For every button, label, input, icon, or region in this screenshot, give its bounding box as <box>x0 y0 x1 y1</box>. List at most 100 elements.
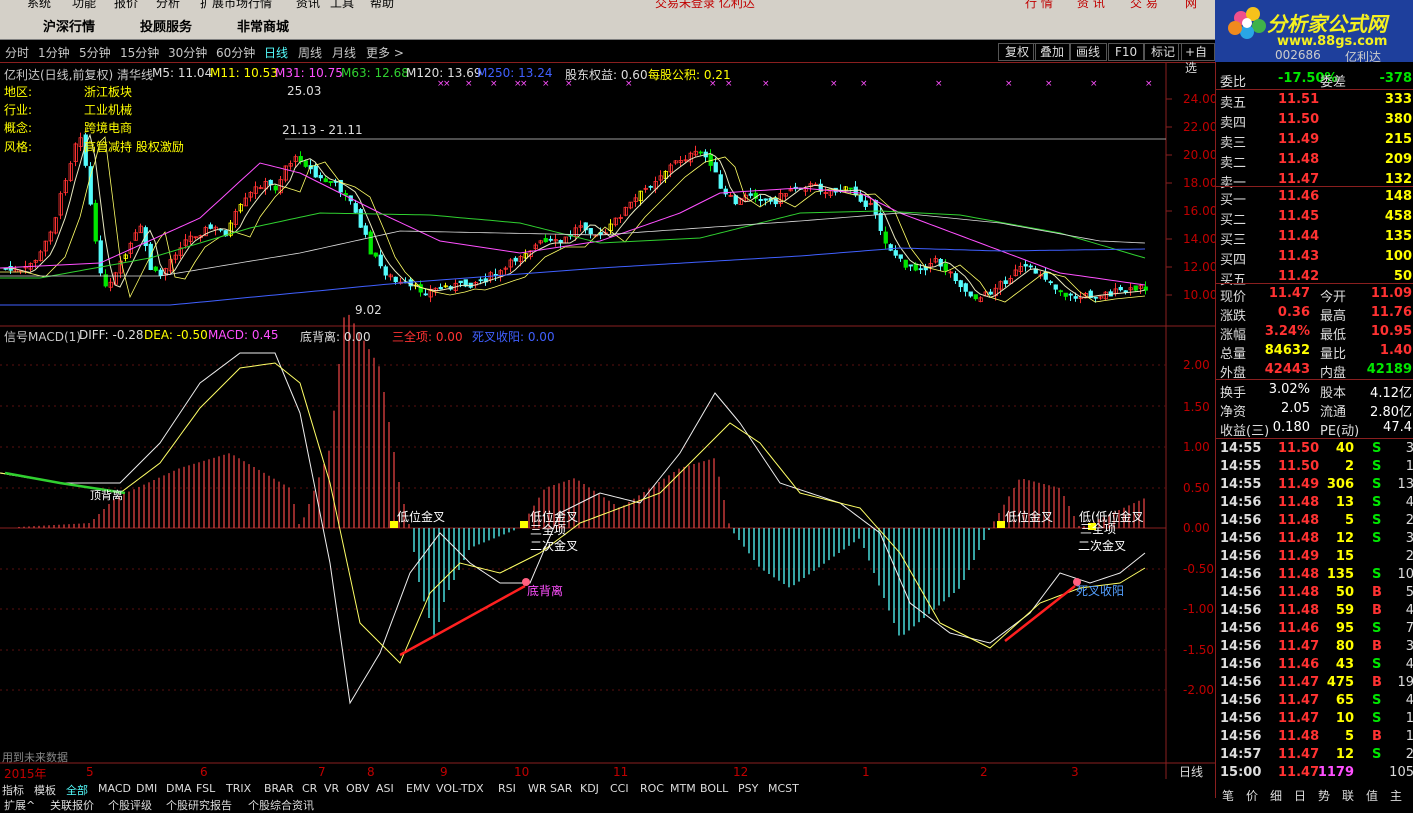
overlay-button[interactable]: 叠加 <box>1033 43 1072 61</box>
quote-tab-4[interactable]: 势 <box>1318 787 1330 804</box>
indicator-tab-15[interactable]: RSI <box>498 782 516 795</box>
bid-volume: 100 <box>1384 249 1412 264</box>
indicator-tab-11[interactable]: OBV <box>346 782 369 795</box>
indicator-tab-1[interactable]: 模板 <box>34 782 56 798</box>
month-10: 10 <box>514 765 530 779</box>
indicator-tab-5[interactable]: DMA <box>166 782 192 795</box>
period-5min[interactable]: 5分钟 <box>79 44 111 61</box>
tick-row-7: 14:56 11.48 135 S 10 <box>1216 566 1413 585</box>
tick-row-6: 14:56 11.49 15 2 <box>1216 548 1413 567</box>
quote-tab-3[interactable]: 日 <box>1294 787 1306 804</box>
period-15min[interactable]: 15分钟 <box>120 44 159 61</box>
stat-key: 涨幅 <box>1220 328 1247 343</box>
quote-tab-6[interactable]: 值 <box>1366 787 1378 804</box>
kline-chart[interactable]: ×× × × ×× × × × × × × × × × × × × × <box>0 63 1215 798</box>
period-daily[interactable]: 日线 <box>264 44 288 61</box>
quote-divider <box>1216 379 1413 380</box>
indicator-tab-8[interactable]: BRAR <box>264 782 294 795</box>
tick-volume: 50 <box>1335 585 1354 600</box>
indicator-tab-17[interactable]: SAR <box>550 782 572 795</box>
candle-body <box>1118 286 1123 291</box>
price-range-annotation: 21.13 - 21.11 <box>282 123 363 137</box>
tick-volume: 10 <box>1335 711 1354 726</box>
period-monthly[interactable]: 月线 <box>332 44 356 61</box>
indicator-tab-7[interactable]: TRIX <box>226 782 251 795</box>
indicator-tab-16[interactable]: WR <box>528 782 547 795</box>
menu-tools[interactable]: 工具 <box>330 0 354 10</box>
indicator-tab-23[interactable]: PSY <box>738 782 758 795</box>
quote-panel: 委比 -17.50% 委差 -378 卖五 11.51 333 卖四 11.50 380 卖三 11.… <box>1215 62 1413 803</box>
indicator-tab-6[interactable]: FSL <box>196 782 215 795</box>
candle-body <box>943 263 948 271</box>
bottom-tab-4[interactable]: 个股综合资讯 <box>248 797 314 813</box>
draw-button[interactable]: 画线 <box>1069 43 1108 61</box>
tab-news[interactable]: 资 讯 <box>1077 0 1105 10</box>
equity-value: 股东权益: 0.60 <box>565 68 648 82</box>
nav-mall[interactable]: 非常商城 <box>237 16 289 35</box>
tab-web[interactable]: 网 <box>1185 0 1197 10</box>
indicator-tab-20[interactable]: ROC <box>640 782 664 795</box>
indicator-tab-2[interactable]: 全部 <box>66 782 88 798</box>
indicator-tab-10[interactable]: VR <box>324 782 339 795</box>
quote-tab-0[interactable]: 笔 <box>1222 787 1234 804</box>
nav-advisory[interactable]: 投顾服务 <box>140 16 192 35</box>
mark-button[interactable]: 标记 <box>1144 43 1183 61</box>
indicator-tab-18[interactable]: KDJ <box>580 782 599 795</box>
tick-time: 14:56 <box>1220 567 1262 582</box>
menu-function[interactable]: 功能 <box>72 0 96 10</box>
period-1min[interactable]: 1分钟 <box>38 44 70 61</box>
quote-tab-1[interactable]: 价 <box>1246 787 1258 804</box>
indicator-tab-14[interactable]: VOL-TDX <box>436 782 484 795</box>
period-tick[interactable]: 分时 <box>5 44 29 61</box>
indicator-tab-12[interactable]: ASI <box>376 782 394 795</box>
indicator-tab-22[interactable]: BOLL <box>700 782 728 795</box>
indicator-tab-3[interactable]: MACD <box>98 782 131 795</box>
add-favorite-button[interactable]: +自选 <box>1178 43 1215 75</box>
menu-help[interactable]: 帮助 <box>370 0 394 10</box>
tab-market[interactable]: 行 情 <box>1025 0 1053 10</box>
f10-button[interactable]: F10 <box>1108 43 1145 61</box>
menu-analysis[interactable]: 分析 <box>156 0 180 10</box>
indicator-tab-4[interactable]: DMI <box>136 782 157 795</box>
period-weekly[interactable]: 周线 <box>298 44 322 61</box>
candle-body <box>1028 265 1033 268</box>
quote-tab-2[interactable]: 细 <box>1270 787 1282 804</box>
candle-body <box>898 254 903 259</box>
quote-tab-7[interactable]: 主 <box>1390 787 1402 804</box>
tick-row-8: 14:56 11.48 50 B 5 <box>1216 584 1413 603</box>
candle-body <box>903 259 908 268</box>
signal-marker: × <box>490 79 498 89</box>
menu-quote[interactable]: 报价 <box>114 0 138 10</box>
indicator-tab-0[interactable]: 指标 <box>2 782 24 798</box>
indicator-tab-24[interactable]: MCST <box>768 782 799 795</box>
bottom-tab-1[interactable]: 关联报价 <box>50 797 94 813</box>
menu-extended[interactable]: 扩展市场行情 <box>200 0 272 10</box>
restore-rights-button[interactable]: 复权 <box>998 43 1037 61</box>
tick-row-4: 14:56 11.48 5 S 2 <box>1216 512 1413 531</box>
bid-key: 买三 <box>1220 233 1247 248</box>
period-more[interactable]: 更多 > <box>366 44 404 61</box>
indicator-tab-19[interactable]: CCI <box>610 782 629 795</box>
candle-body <box>1053 284 1058 290</box>
nav-shenzhen-shanghai[interactable]: 沪深行情 <box>43 16 95 35</box>
tick-count: 2 <box>1405 513 1413 528</box>
indicator-tab-13[interactable]: EMV <box>406 782 430 795</box>
menu-system[interactable]: 系统 <box>27 0 51 10</box>
quote-tab-5[interactable]: 联 <box>1342 787 1354 804</box>
chart-area[interactable]: × × × × × × × × × × × × × × × × × × × 亿利达(日线,前复权) 清华线 M5: … <box>0 63 1217 798</box>
indicator-tab-21[interactable]: MTM <box>670 782 696 795</box>
menu-news[interactable]: 资讯 <box>296 0 320 10</box>
label-low-golden-cross-3: 低位金叉 <box>1005 510 1054 524</box>
tick-side: S <box>1372 693 1382 708</box>
bottom-tab-3[interactable]: 个股研究报告 <box>166 797 232 813</box>
period-60min[interactable]: 60分钟 <box>216 44 255 61</box>
macd-axis-0: 0.00 <box>1183 521 1210 535</box>
bottom-tab-2[interactable]: 个股评级 <box>108 797 152 813</box>
bottom-tab-0[interactable]: 扩展^ <box>4 797 35 813</box>
tab-trade[interactable]: 交 易 <box>1130 0 1158 10</box>
tick-volume: 80 <box>1335 639 1354 654</box>
indicator-tab-9[interactable]: CR <box>302 782 317 795</box>
period-30min[interactable]: 30分钟 <box>168 44 207 61</box>
candle-body <box>393 276 398 283</box>
profile-industry-key: 行业: <box>4 103 33 117</box>
